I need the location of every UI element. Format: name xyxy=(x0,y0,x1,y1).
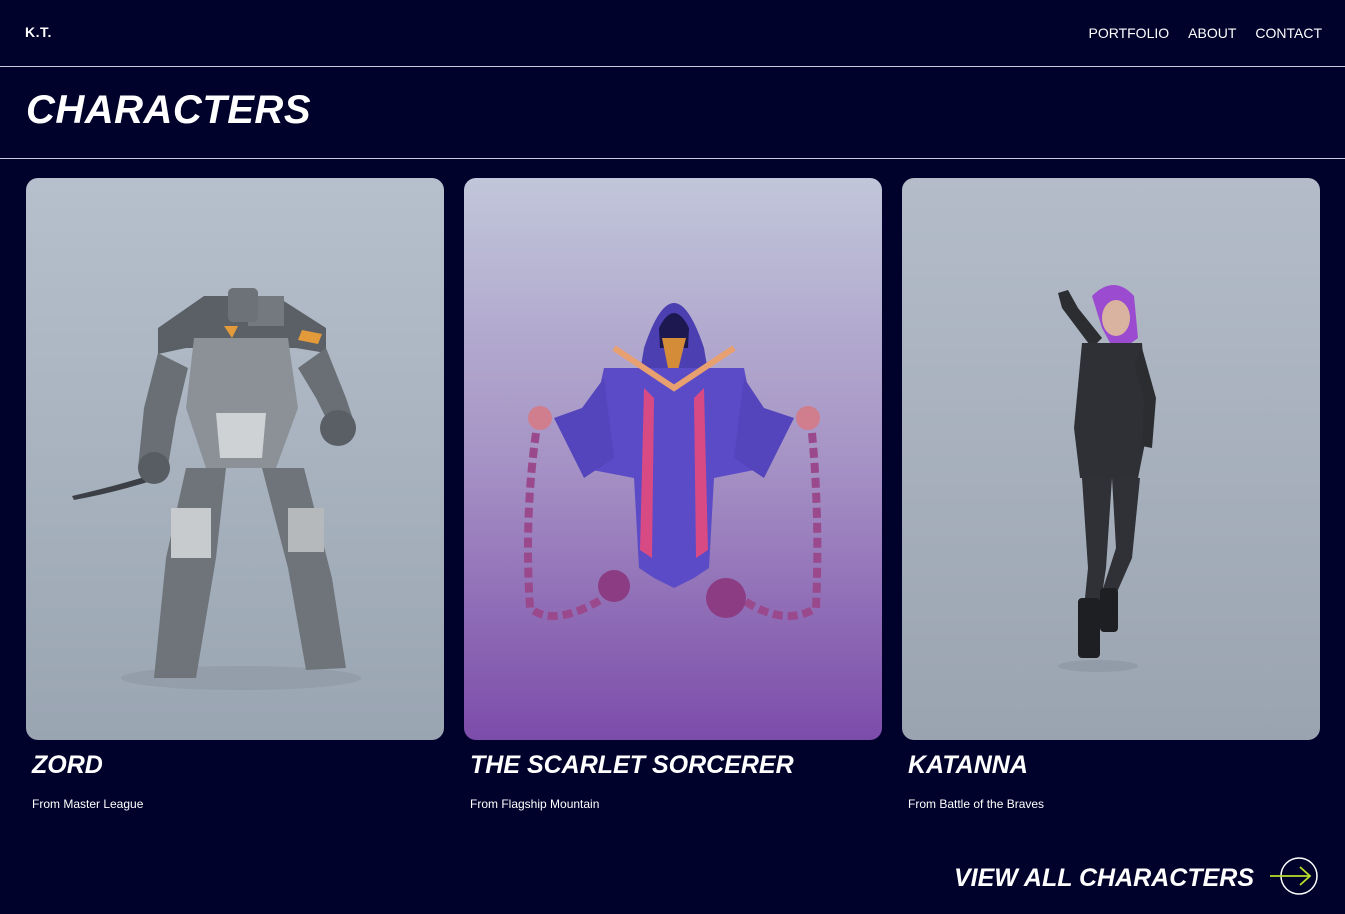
card-subtitle: From Flagship Mountain xyxy=(470,797,600,811)
site-logo[interactable]: K.T. xyxy=(25,24,52,40)
page-title: CHARACTERS xyxy=(26,88,311,132)
top-navigation-bar: K.T. PORTFOLIO ABOUT CONTACT xyxy=(0,0,1345,67)
katanna-character-image[interactable] xyxy=(902,178,1320,740)
card-title[interactable]: THE SCARLET SORCERER xyxy=(470,751,794,780)
nav-link-contact[interactable]: CONTACT xyxy=(1255,25,1322,41)
card-title[interactable]: ZORD xyxy=(32,751,103,780)
card-title[interactable]: KATANNA xyxy=(908,751,1028,780)
card-subtitle: From Battle of the Braves xyxy=(908,797,1045,811)
character-card-scarlet-sorcerer[interactable]: THE SCARLET SORCERER From Flagship Mount… xyxy=(464,178,882,811)
arrow-right-circle-icon[interactable] xyxy=(1268,856,1320,901)
view-all-label[interactable]: VIEW ALL CHARACTERS xyxy=(954,864,1254,893)
view-all-characters-link[interactable]: VIEW ALL CHARACTERS xyxy=(954,856,1320,901)
robot-character-image[interactable] xyxy=(26,178,444,740)
nav-link-about[interactable]: ABOUT xyxy=(1188,25,1236,41)
character-card-katanna[interactable]: KATANNA From Battle of the Braves xyxy=(902,178,1320,811)
main-nav: PORTFOLIO ABOUT CONTACT xyxy=(1088,25,1322,41)
page-header: CHARACTERS xyxy=(0,68,1345,159)
nav-link-portfolio[interactable]: PORTFOLIO xyxy=(1088,25,1169,41)
card-subtitle: From Master League xyxy=(32,797,144,811)
character-card-zord[interactable]: ZORD From Master League xyxy=(26,178,444,811)
sorcerer-character-image[interactable] xyxy=(464,178,882,740)
